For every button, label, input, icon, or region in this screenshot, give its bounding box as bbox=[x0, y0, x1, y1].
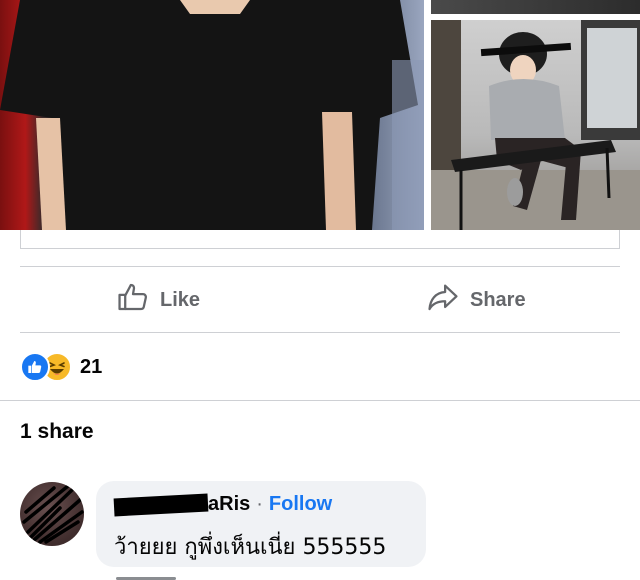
share-count[interactable]: 1 share bbox=[20, 420, 94, 444]
like-button[interactable]: Like bbox=[116, 280, 200, 320]
link-preview-box-bottom bbox=[20, 230, 620, 249]
redacted-name bbox=[113, 493, 209, 516]
person-black-tshirt-image bbox=[0, 0, 424, 230]
reaction-summary[interactable]: 21 bbox=[20, 352, 102, 382]
follow-button[interactable]: Follow bbox=[269, 493, 332, 516]
comment-author-name[interactable]: aRis bbox=[208, 493, 250, 516]
share-button[interactable]: Share bbox=[426, 280, 526, 320]
like-reaction-icon bbox=[20, 352, 50, 382]
post-photo-bottom-right[interactable] bbox=[431, 20, 640, 230]
share-label: Share bbox=[470, 288, 526, 311]
person-sitting-image bbox=[431, 20, 640, 230]
divider bbox=[0, 400, 640, 401]
reaction-count: 21 bbox=[80, 355, 103, 378]
separator-dot: · bbox=[256, 493, 263, 515]
share-arrow-icon bbox=[426, 280, 460, 320]
comment-text: ว้ายยย กูพึ่งเห็นเนี่ย 555555 bbox=[114, 535, 387, 560]
avatar[interactable] bbox=[20, 482, 84, 546]
comment-author-line: aRis · Follow bbox=[113, 493, 332, 516]
like-label: Like bbox=[160, 288, 201, 311]
divider bbox=[20, 332, 620, 333]
post-photo-main[interactable] bbox=[0, 0, 424, 230]
post-photo-collage bbox=[0, 0, 640, 230]
comment-bubble: aRis · Follow ว้ายยย กูพึ่งเห็นเนี่ย 555… bbox=[96, 481, 426, 567]
comment-actions-cut-off bbox=[116, 572, 196, 580]
divider bbox=[20, 266, 620, 267]
thumbs-up-icon bbox=[116, 280, 150, 320]
post-photo-top-right[interactable] bbox=[431, 0, 640, 14]
scribble-redaction-icon bbox=[22, 484, 84, 544]
